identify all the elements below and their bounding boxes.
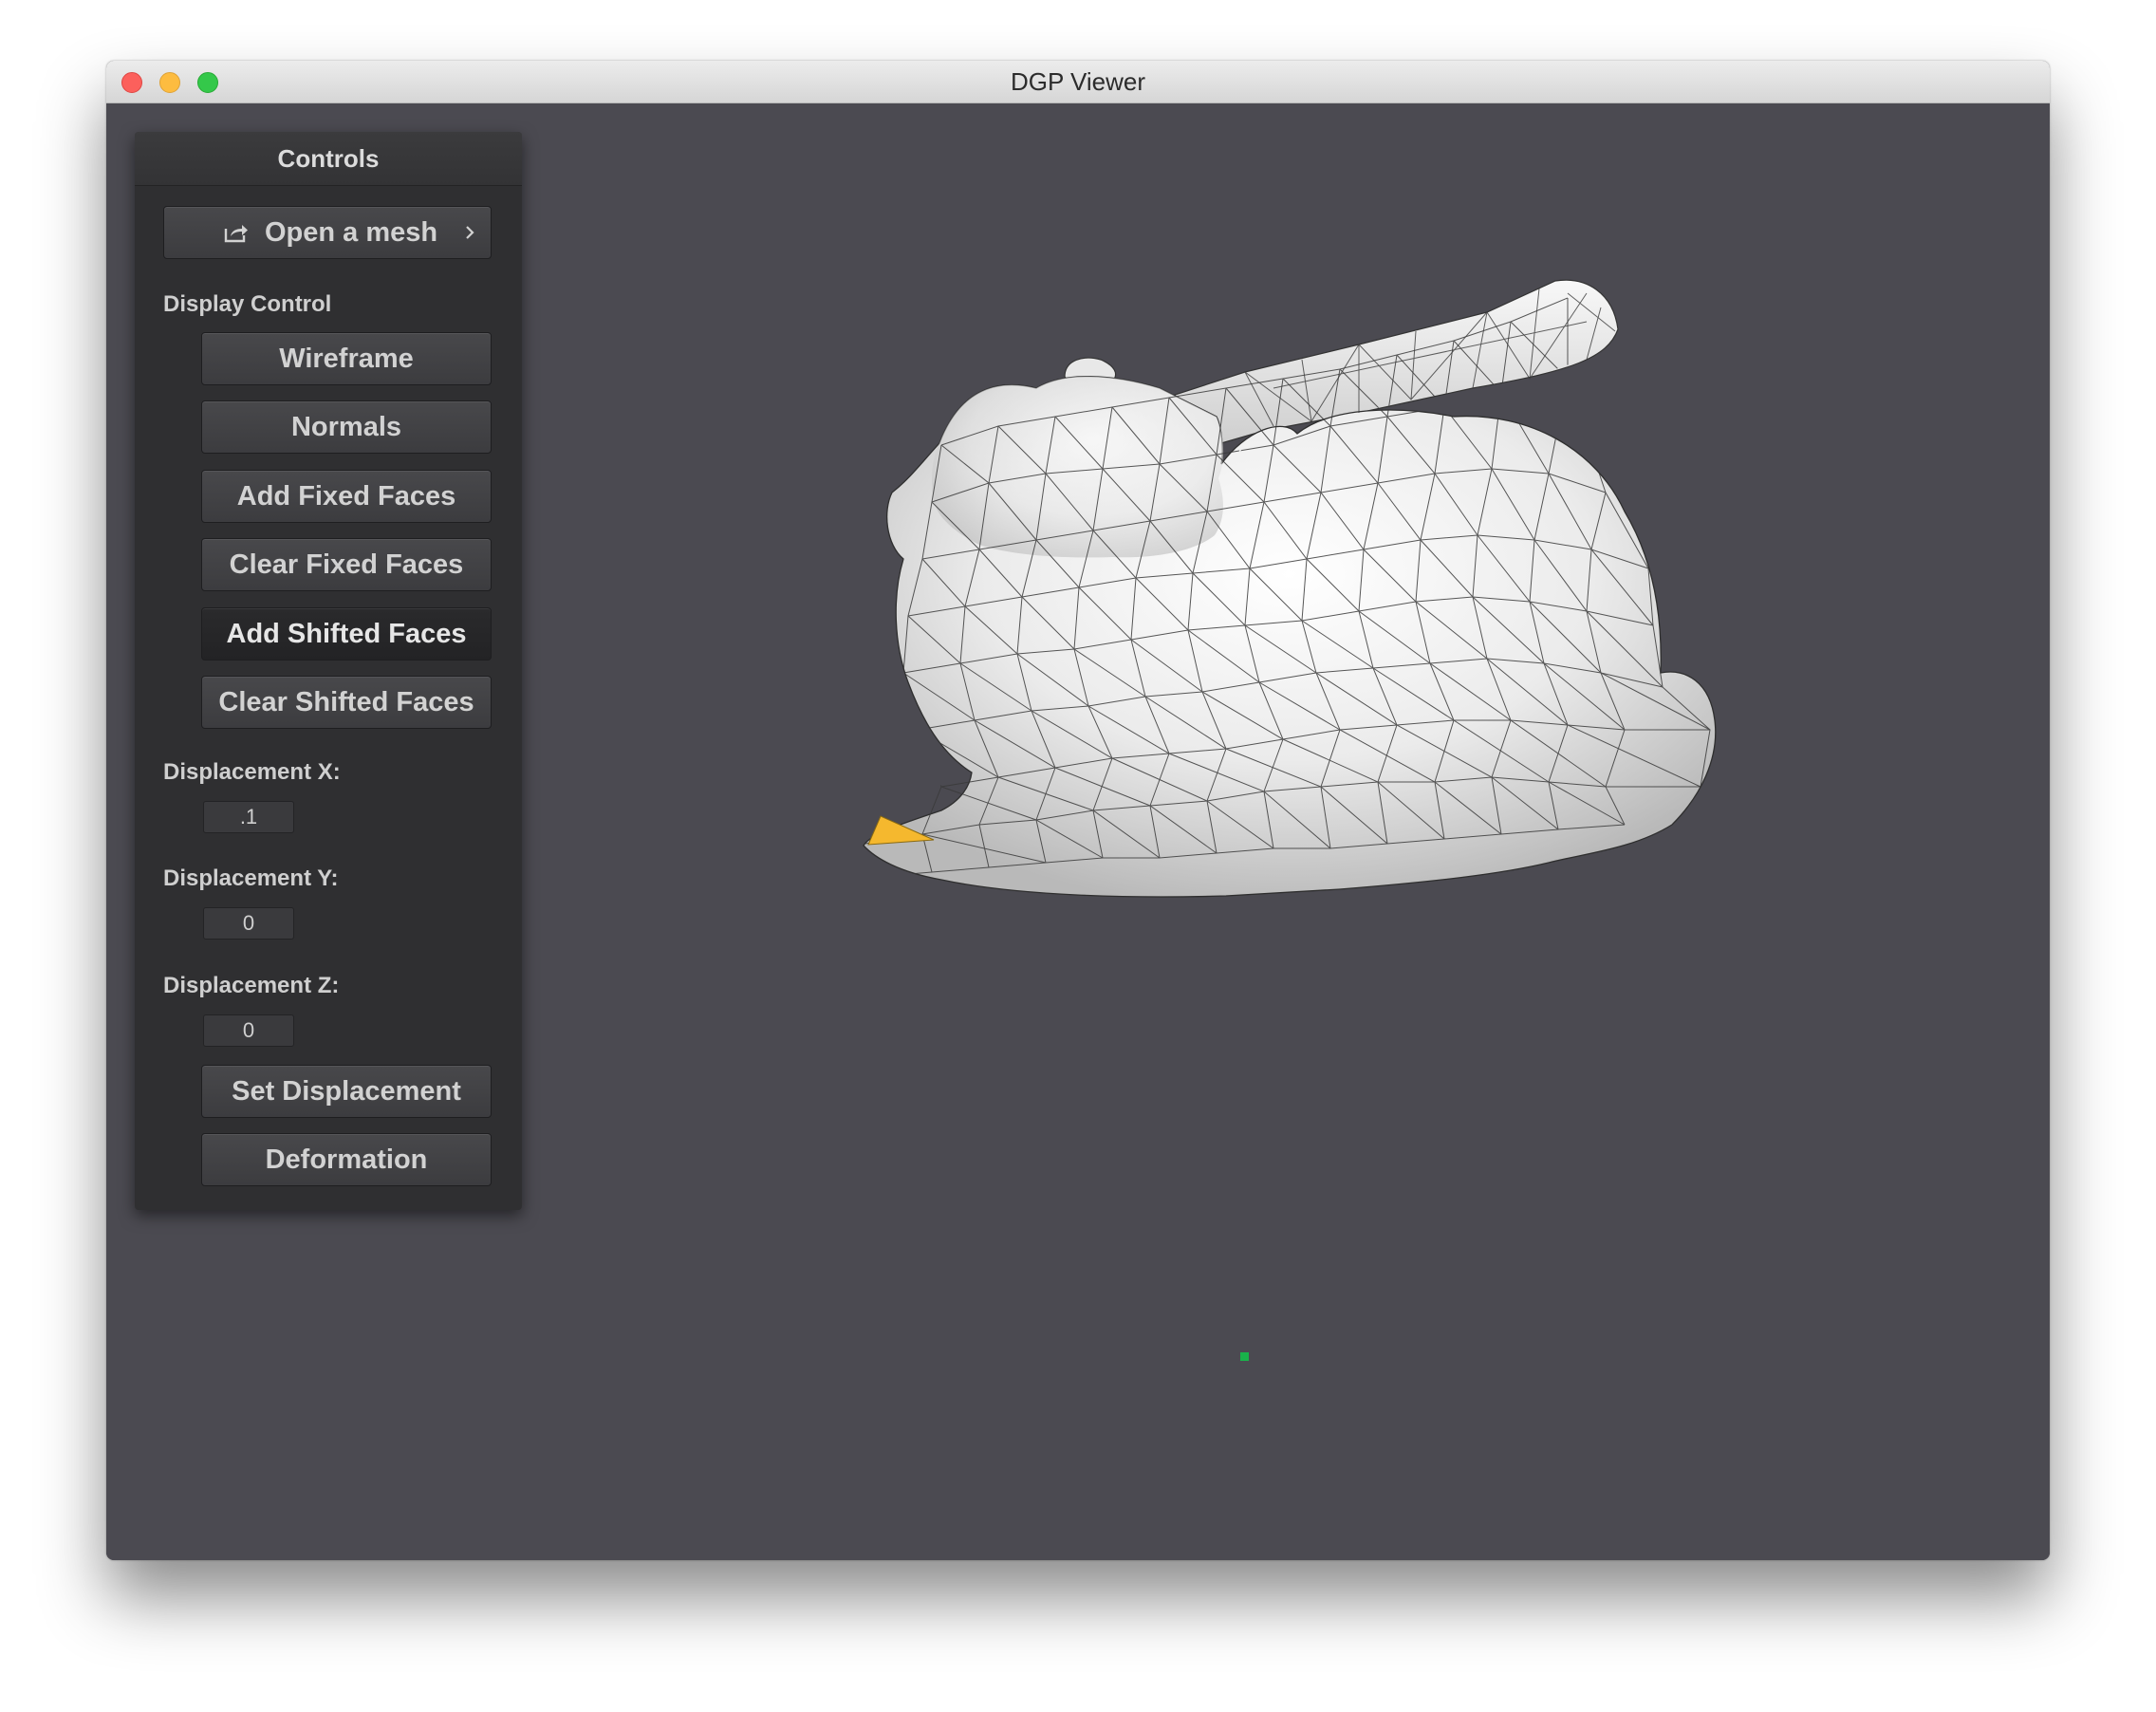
3d-viewport[interactable]: Controls Open a mesh Display Control Wir…: [106, 103, 2050, 1560]
display-control-label: Display Control: [163, 291, 332, 317]
add-fixed-faces-button[interactable]: Add Fixed Faces: [201, 470, 492, 523]
displacement-x-label: Displacement X:: [163, 759, 341, 785]
window-title: DGP Viewer: [1010, 67, 1146, 96]
wireframe-button[interactable]: Wireframe: [201, 332, 492, 385]
app-window: DGP Viewer Controls Open a mesh Display …: [106, 61, 2050, 1560]
open-mesh-label: Open a mesh: [265, 217, 438, 248]
displacement-z-input[interactable]: 0: [203, 1014, 294, 1047]
displacement-z-label: Displacement Z:: [163, 973, 340, 998]
displacement-y-label: Displacement Y:: [163, 865, 339, 891]
controls-panel: Controls Open a mesh Display Control Wir…: [135, 132, 522, 1210]
clear-fixed-faces-button[interactable]: Clear Fixed Faces: [201, 538, 492, 591]
chevron-right-icon: [466, 226, 474, 239]
deformation-button[interactable]: Deformation: [201, 1133, 492, 1186]
bunny-head: [932, 376, 1224, 558]
clear-shifted-faces-button[interactable]: Clear Shifted Faces: [201, 676, 492, 729]
title-bar: DGP Viewer: [106, 61, 2050, 103]
set-displacement-button[interactable]: Set Displacement: [201, 1065, 492, 1118]
displacement-x-input[interactable]: .1: [203, 801, 294, 833]
normals-button[interactable]: Normals: [201, 400, 492, 454]
open-mesh-button[interactable]: Open a mesh: [163, 206, 492, 259]
origin-marker: [1240, 1352, 1249, 1361]
controls-title: Controls: [277, 144, 380, 173]
controls-panel-header[interactable]: Controls: [135, 132, 522, 186]
share-icon: [224, 225, 248, 243]
displacement-y-input[interactable]: 0: [203, 907, 294, 940]
add-shifted-faces-button[interactable]: Add Shifted Faces: [201, 607, 492, 661]
